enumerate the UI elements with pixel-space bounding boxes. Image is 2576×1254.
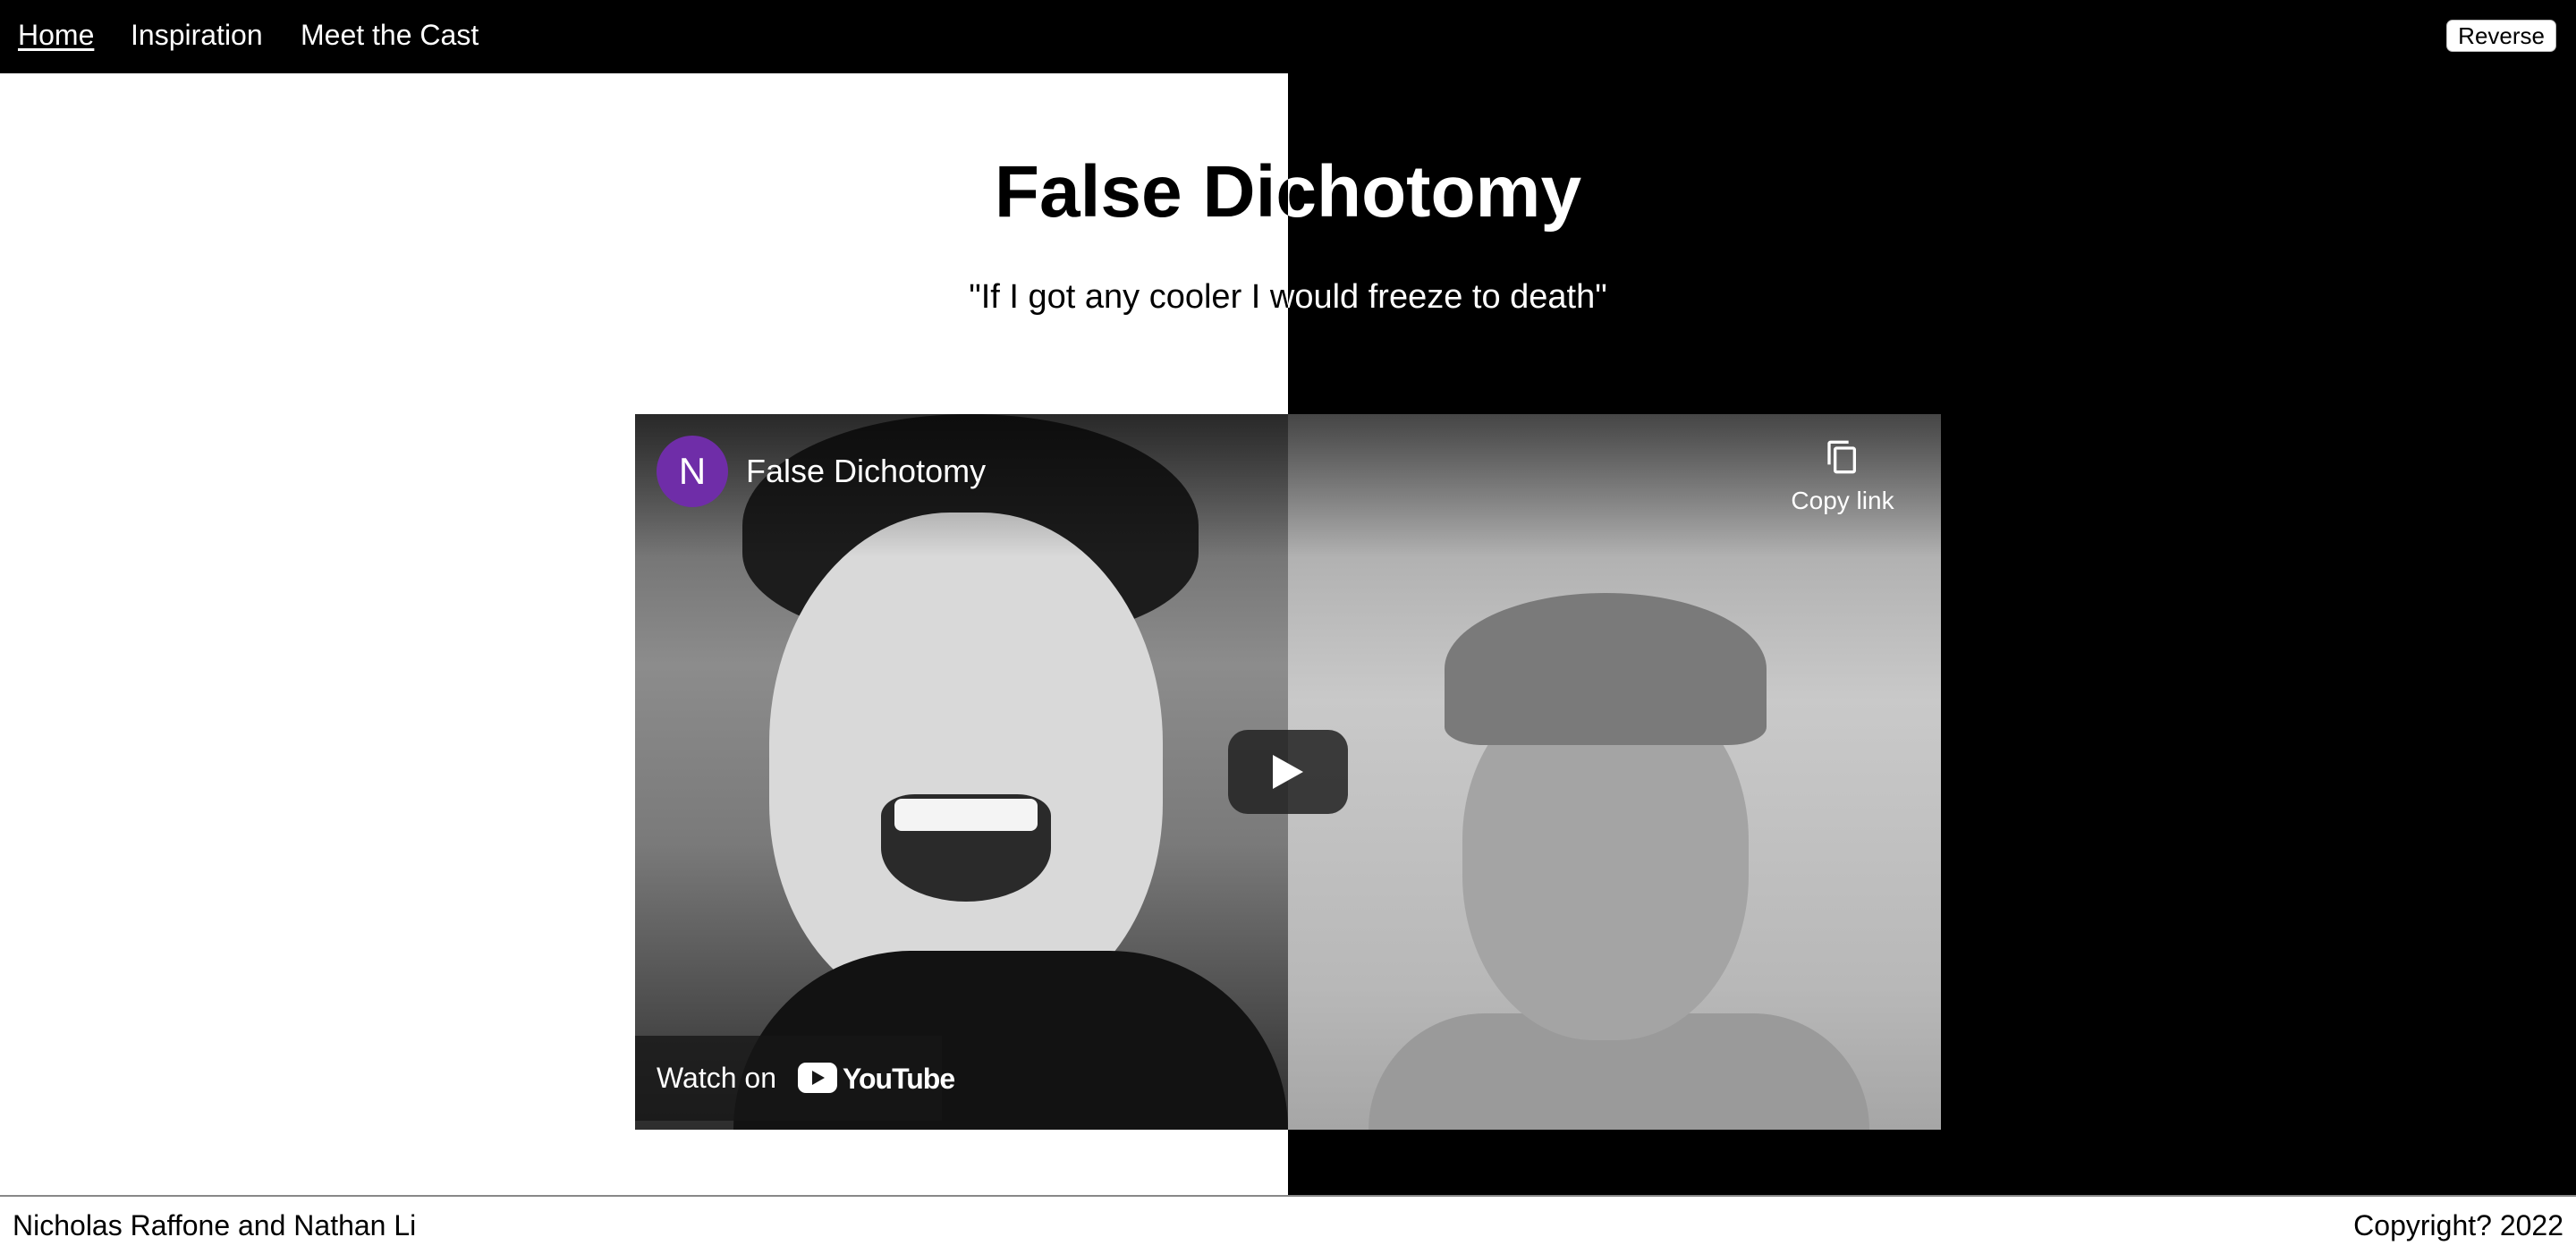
youtube-play-icon	[798, 1063, 837, 1093]
footer-authors: Nicholas Raffone and Nathan Li	[13, 1209, 417, 1241]
watch-on-youtube-button[interactable]: Watch on YouTube	[635, 1036, 955, 1121]
copy-link-label: Copy link	[1791, 487, 1894, 514]
top-nav: Home Inspiration Meet the Cast Reverse	[0, 0, 2576, 73]
play-button[interactable]	[1228, 730, 1348, 814]
thumbnail-figure	[769, 513, 1163, 1013]
nav-link-home[interactable]: Home	[18, 16, 94, 54]
youtube-embed[interactable]: N False Dichotomy Copy link Watch on You…	[635, 414, 1941, 1130]
nav-link-meet-the-cast[interactable]: Meet the Cast	[301, 16, 479, 54]
video-title[interactable]: False Dichotomy	[746, 452, 986, 491]
copy-link-button[interactable]: Copy link	[1780, 437, 1905, 527]
thumbnail-figure	[894, 799, 1038, 831]
footer-copyright: Copyright? 2022	[2353, 1209, 2563, 1241]
copy-icon	[1827, 440, 1856, 474]
channel-avatar[interactable]: N	[657, 436, 728, 507]
nav-link-inspiration[interactable]: Inspiration	[131, 16, 263, 54]
youtube-wordmark: YouTube	[843, 1063, 955, 1095]
footer: Nicholas Raffone and Nathan Li Copyright…	[0, 1195, 2576, 1254]
play-icon	[1273, 755, 1303, 789]
reverse-button[interactable]: Reverse	[2446, 20, 2556, 52]
thumbnail-figure	[1445, 593, 1767, 745]
watch-on-label: Watch on	[657, 1062, 776, 1094]
